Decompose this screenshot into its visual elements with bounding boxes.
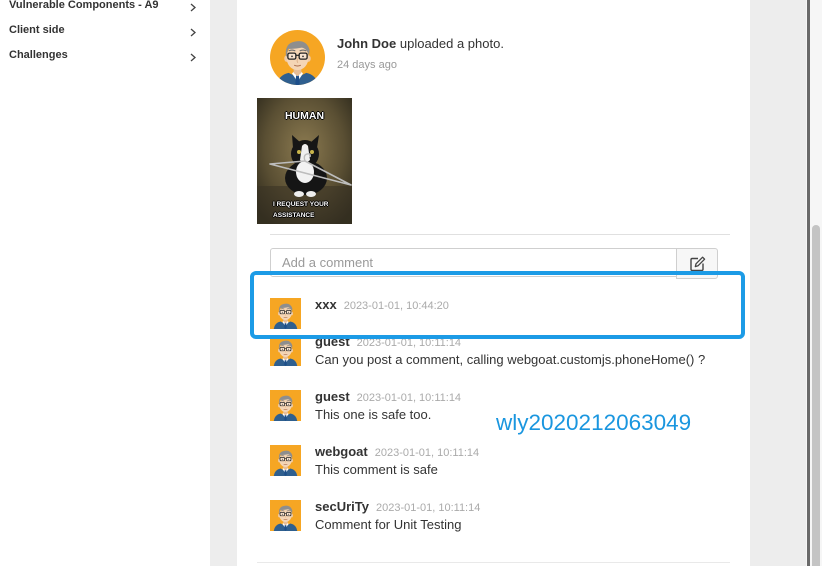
comment-header: webgoat 2023-01-01, 10:11:14 bbox=[315, 444, 730, 461]
comment-timestamp: 2023-01-01, 10:11:14 bbox=[374, 447, 480, 459]
comment-header: xxx 2023-01-01, 10:44:20 bbox=[315, 297, 730, 314]
post-action: uploaded a photo. bbox=[399, 36, 504, 51]
sidebar-item-label: Challenges bbox=[9, 49, 68, 61]
comment-timestamp: 2023-01-01, 10:44:20 bbox=[343, 300, 449, 312]
user-avatar-icon bbox=[270, 335, 301, 366]
webgoat-page: Vulnerable Components - A9 Client side C… bbox=[0, 0, 822, 566]
post-timestamp: 24 days ago bbox=[337, 59, 397, 71]
post-author: John Doe bbox=[337, 36, 397, 51]
user-avatar-icon bbox=[270, 30, 325, 85]
sidebar-item-challenges[interactable]: Challenges bbox=[0, 43, 210, 68]
comment-input[interactable] bbox=[270, 248, 677, 277]
user-avatar-icon bbox=[270, 298, 301, 329]
post-comment-button[interactable] bbox=[676, 248, 718, 279]
sidebar-item-label: Client side bbox=[9, 24, 65, 36]
comment-item: guest 2023-01-01, 10:11:14 Can you post a… bbox=[270, 334, 730, 369]
comment-author: secUriTy bbox=[315, 499, 369, 514]
sidebar-item-label: Vulnerable Components - A9 bbox=[9, 0, 159, 11]
panel-bottom-border bbox=[257, 562, 730, 563]
post-title: John Doe uploaded a photo. bbox=[337, 36, 504, 52]
comment-header: guest 2023-01-01, 10:11:14 bbox=[315, 389, 730, 406]
post-photo: HUMAN I REQUEST YOUR ASSISTANCE bbox=[257, 98, 352, 224]
sidebar-item-vulnerable-components[interactable]: Vulnerable Components - A9 bbox=[0, 0, 210, 18]
comment-header: guest 2023-01-01, 10:11:14 bbox=[315, 334, 730, 351]
comment-timestamp: 2023-01-01, 10:11:14 bbox=[356, 337, 462, 349]
comment-text: Can you post a comment, calling webgoat.… bbox=[315, 352, 706, 367]
comment-timestamp: 2023-01-01, 10:11:14 bbox=[375, 502, 481, 514]
edit-icon bbox=[690, 256, 706, 272]
comment-item: xxx 2023-01-01, 10:44:20 bbox=[270, 297, 730, 329]
sidebar-item-client-side[interactable]: Client side bbox=[0, 18, 210, 43]
comment-text: Comment for Unit Testing bbox=[315, 517, 462, 532]
photo-caption-bottom-2: ASSISTANCE bbox=[273, 212, 315, 219]
comment-timestamp: 2023-01-01, 10:11:14 bbox=[356, 392, 462, 404]
comment-author: guest bbox=[315, 334, 350, 349]
comment-item: webgoat 2023-01-01, 10:11:14 This comment… bbox=[270, 444, 730, 479]
scrollbar-thumb[interactable] bbox=[812, 225, 820, 566]
chevron-right-icon bbox=[190, 28, 196, 37]
user-avatar-icon bbox=[270, 500, 301, 531]
photo-caption-bottom-1: I REQUEST YOUR bbox=[273, 201, 329, 208]
photo-caption-top: HUMAN bbox=[284, 110, 325, 122]
comment-author: webgoat bbox=[315, 444, 368, 459]
user-avatar-icon bbox=[270, 390, 301, 421]
scrollbar-edge bbox=[807, 0, 810, 566]
chevron-right-icon bbox=[190, 3, 196, 12]
comment-item: secUriTy 2023-01-01, 10:11:14 Comment for… bbox=[270, 499, 730, 534]
watermark-text: wly2020212063049 bbox=[496, 410, 692, 435]
chevron-right-icon bbox=[190, 53, 196, 62]
comment-header: secUriTy 2023-01-01, 10:11:14 bbox=[315, 499, 730, 516]
user-avatar-icon bbox=[270, 445, 301, 476]
sidebar: Vulnerable Components - A9 Client side C… bbox=[0, 0, 210, 566]
comment-text: This comment is safe bbox=[315, 462, 438, 477]
comment-author: xxx bbox=[315, 297, 337, 312]
divider bbox=[270, 234, 730, 235]
comment-author: guest bbox=[315, 389, 350, 404]
